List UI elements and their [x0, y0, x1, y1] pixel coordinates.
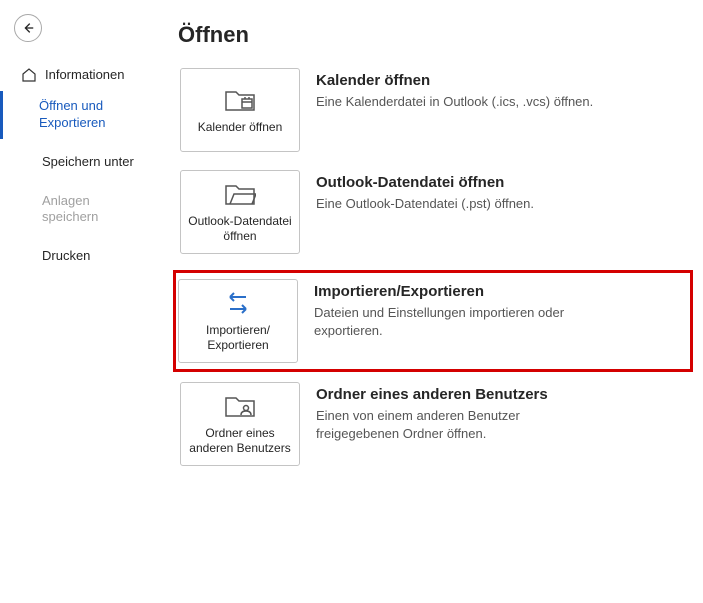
- option-desc: Dateien und Einstellungen importieren od…: [314, 304, 594, 339]
- page-title: Öffnen: [178, 22, 693, 48]
- option-text: Ordner eines anderen Benutzers Einen von…: [316, 382, 596, 442]
- option-import-export: Importieren/ Exportieren Importieren/Exp…: [173, 270, 693, 372]
- option-datendatei-oeffnen: Outlook-Datendatei öffnen Outlook-Datend…: [178, 168, 693, 256]
- nav-label: Informationen: [45, 67, 125, 84]
- nav-item-drucken[interactable]: Drucken: [0, 241, 160, 272]
- nav-label: Öffnen und Exportieren: [39, 98, 146, 132]
- option-text: Kalender öffnen Eine Kalenderdatei in Ou…: [316, 68, 593, 111]
- main-panel: Öffnen Kalender öffnen Kalender öffnen E…: [160, 0, 703, 603]
- tile-label: Ordner eines anderen Benutzers: [187, 426, 293, 456]
- nav-item-oeffnen-exportieren[interactable]: Öffnen und Exportieren: [0, 91, 160, 139]
- option-ordner-anderer-benutzer: Ordner eines anderen Benutzers Ordner ei…: [178, 380, 693, 468]
- back-button[interactable]: [14, 14, 42, 42]
- sidebar: Informationen Öffnen und Exportieren Spe…: [0, 0, 160, 603]
- tile-label: Outlook-Datendatei öffnen: [187, 214, 293, 244]
- tile-label: Importieren/ Exportieren: [185, 323, 291, 353]
- option-kalender-oeffnen: Kalender öffnen Kalender öffnen Eine Kal…: [178, 66, 693, 154]
- home-icon: [21, 67, 37, 83]
- option-desc: Eine Kalenderdatei in Outlook (.ics, .vc…: [316, 93, 593, 111]
- option-desc: Einen von einem anderen Benutzer freigeg…: [316, 407, 596, 442]
- nav-label: Anlagen speichern: [42, 193, 146, 227]
- nav-item-speichern-unter[interactable]: Speichern unter: [0, 147, 160, 178]
- import-export-icon: [222, 289, 254, 317]
- tile-label: Kalender öffnen: [198, 120, 283, 135]
- option-title: Outlook-Datendatei öffnen: [316, 174, 534, 191]
- nav-label: Drucken: [42, 248, 90, 265]
- option-title: Ordner eines anderen Benutzers: [316, 386, 596, 403]
- option-text: Outlook-Datendatei öffnen Eine Outlook-D…: [316, 170, 534, 213]
- tile-import-export[interactable]: Importieren/ Exportieren: [178, 279, 298, 363]
- option-title: Kalender öffnen: [316, 72, 593, 89]
- nav-item-informationen[interactable]: Informationen: [0, 60, 160, 91]
- option-desc: Eine Outlook-Datendatei (.pst) öffnen.: [316, 195, 534, 213]
- tile-kalender-oeffnen[interactable]: Kalender öffnen: [180, 68, 300, 152]
- folder-open-icon: [224, 180, 256, 208]
- arrow-left-icon: [21, 21, 35, 35]
- folder-user-icon: [224, 392, 256, 420]
- tile-datendatei-oeffnen[interactable]: Outlook-Datendatei öffnen: [180, 170, 300, 254]
- nav-item-anlagen-speichern: Anlagen speichern: [0, 186, 160, 234]
- nav-label: Speichern unter: [42, 154, 134, 171]
- option-text: Importieren/Exportieren Dateien und Eins…: [314, 279, 594, 339]
- folder-calendar-icon: [224, 86, 256, 114]
- option-title: Importieren/Exportieren: [314, 283, 594, 300]
- tile-ordner-anderer-benutzer[interactable]: Ordner eines anderen Benutzers: [180, 382, 300, 466]
